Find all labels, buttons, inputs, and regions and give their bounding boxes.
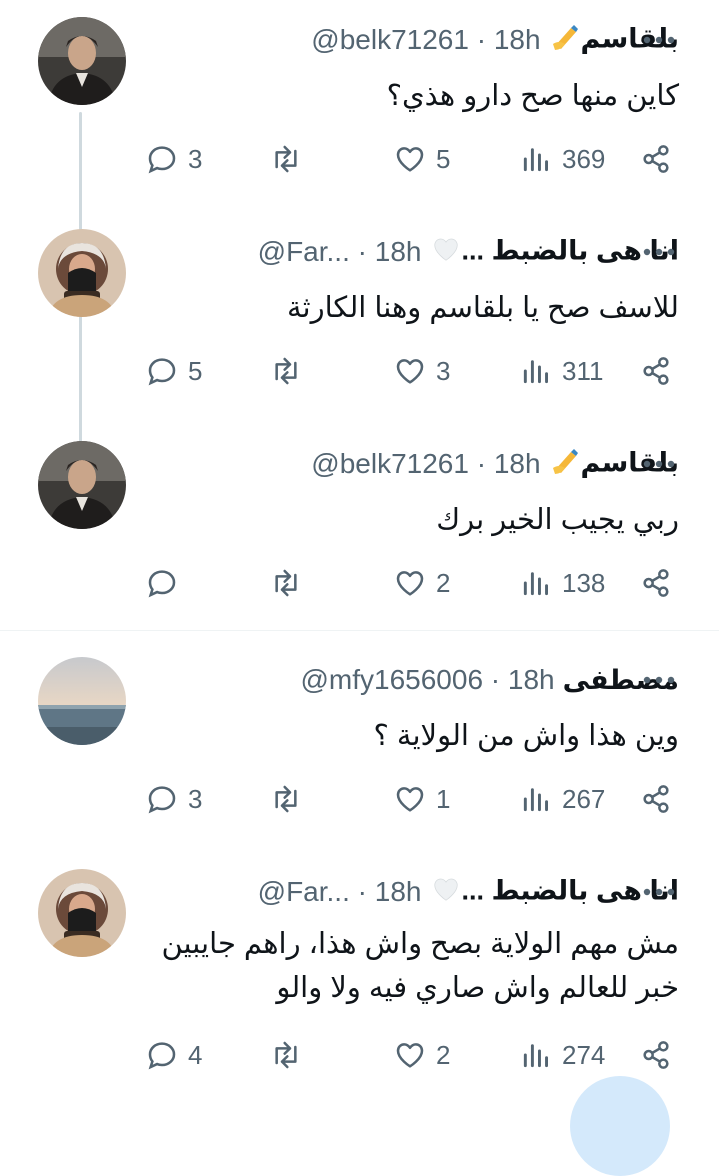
- compose-button[interactable]: [570, 1076, 670, 1176]
- reply-icon: [148, 146, 176, 174]
- retweet-icon: [275, 785, 297, 813]
- tweet-text: وين هذا واش من الولاية ؟: [373, 720, 679, 752]
- share-button[interactable]: [640, 136, 672, 182]
- handle-and-time[interactable]: @Far... · 18h: [258, 876, 422, 908]
- views-button[interactable]: 369: [520, 136, 605, 182]
- reply-icon: [148, 570, 176, 598]
- views-icon: [523, 572, 548, 596]
- retweet-button[interactable]: [270, 348, 302, 394]
- reply-button[interactable]: [146, 560, 188, 606]
- retweet-icon: [275, 145, 297, 173]
- views-icon: [523, 788, 548, 812]
- reply-icon: [148, 358, 176, 386]
- share-icon: [643, 785, 669, 813]
- views-button[interactable]: 274: [520, 1032, 605, 1078]
- avatar[interactable]: [38, 869, 126, 957]
- share-icon: [643, 357, 669, 385]
- like-button[interactable]: 5: [394, 136, 450, 182]
- action-bar: 3 1 267: [146, 776, 679, 822]
- more-icon[interactable]: [639, 232, 679, 272]
- more-icon[interactable]: [639, 20, 679, 60]
- share-icon: [643, 145, 669, 173]
- like-icon: [396, 359, 424, 384]
- writing-hand-icon: [551, 22, 581, 59]
- like-icon: [396, 1043, 424, 1068]
- like-icon: [396, 571, 424, 596]
- handle-and-time[interactable]: @Far... · 18h: [258, 236, 422, 268]
- share-icon: [643, 569, 669, 597]
- retweet-button[interactable]: [270, 136, 302, 182]
- white-heart-icon: [431, 874, 461, 911]
- reply-button[interactable]: 5: [146, 348, 202, 394]
- like-button[interactable]: 1: [394, 776, 450, 822]
- tweet-header: بلقاسم @belk71261 · 18h: [146, 444, 679, 484]
- share-icon: [643, 1041, 669, 1069]
- like-icon: [396, 147, 424, 172]
- retweet-button[interactable]: [270, 1032, 302, 1078]
- handle-and-time[interactable]: @belk71261 · 18h: [311, 24, 540, 56]
- retweet-button[interactable]: [270, 776, 302, 822]
- share-button[interactable]: [640, 348, 672, 394]
- share-button[interactable]: [640, 1032, 672, 1078]
- share-button[interactable]: [640, 560, 672, 606]
- more-icon[interactable]: [639, 444, 679, 484]
- tweet-text: مش مهم الولاية بصح واش هذا، راهم جايبين …: [161, 928, 679, 1004]
- avatar[interactable]: [38, 657, 126, 745]
- tweet-text: كاين منها صح دارو هذي؟: [386, 80, 679, 112]
- more-icon[interactable]: [639, 872, 679, 912]
- writing-hand-icon: [551, 446, 581, 483]
- action-bar: 4 2 274: [146, 1032, 679, 1078]
- avatar[interactable]: [38, 229, 126, 317]
- reply-button[interactable]: 3: [146, 776, 202, 822]
- white-heart-icon: [431, 234, 461, 271]
- views-icon: [523, 1044, 548, 1068]
- action-bar: 5 3 311: [146, 348, 679, 394]
- more-icon[interactable]: [639, 660, 679, 700]
- handle-and-time[interactable]: @mfy1656006 · 18h: [300, 664, 554, 696]
- retweet-icon: [275, 569, 297, 597]
- divider: [0, 630, 719, 631]
- retweet-icon: [275, 357, 297, 385]
- handle-and-time[interactable]: @belk71261 · 18h: [311, 448, 540, 480]
- tweet-header: بلقاسم @belk71261 · 18h: [146, 20, 679, 60]
- action-bar: 2 138: [146, 560, 679, 606]
- views-icon: [523, 360, 548, 384]
- tweet-header: انا هى بالضبط ... @Far... · 18h: [146, 232, 679, 272]
- like-button[interactable]: 2: [394, 560, 450, 606]
- tweet-header: مصطفى @mfy1656006 · 18h: [146, 660, 679, 700]
- views-icon: [523, 148, 548, 172]
- tweet-text: للاسف صح يا بلقاسم وهنا الكارثة: [286, 292, 679, 324]
- like-button[interactable]: 3: [394, 348, 450, 394]
- views-button[interactable]: 267: [520, 776, 605, 822]
- like-button[interactable]: 2: [394, 1032, 450, 1078]
- tweet-text: ربي يجيب الخير برك: [436, 504, 679, 536]
- avatar[interactable]: [38, 17, 126, 105]
- share-button[interactable]: [640, 776, 672, 822]
- reply-icon: [148, 786, 176, 814]
- tweet-header: انا هى بالضبط ... @Far... · 18h: [146, 872, 679, 912]
- views-button[interactable]: 311: [520, 348, 603, 394]
- avatar[interactable]: [38, 441, 126, 529]
- retweet-icon: [275, 1041, 297, 1069]
- reply-button[interactable]: 4: [146, 1032, 202, 1078]
- reply-icon: [148, 1042, 176, 1070]
- action-bar: 3 5 369: [146, 136, 679, 182]
- like-icon: [396, 787, 424, 812]
- retweet-button[interactable]: [270, 560, 302, 606]
- reply-button[interactable]: 3: [146, 136, 202, 182]
- views-button[interactable]: 138: [520, 560, 605, 606]
